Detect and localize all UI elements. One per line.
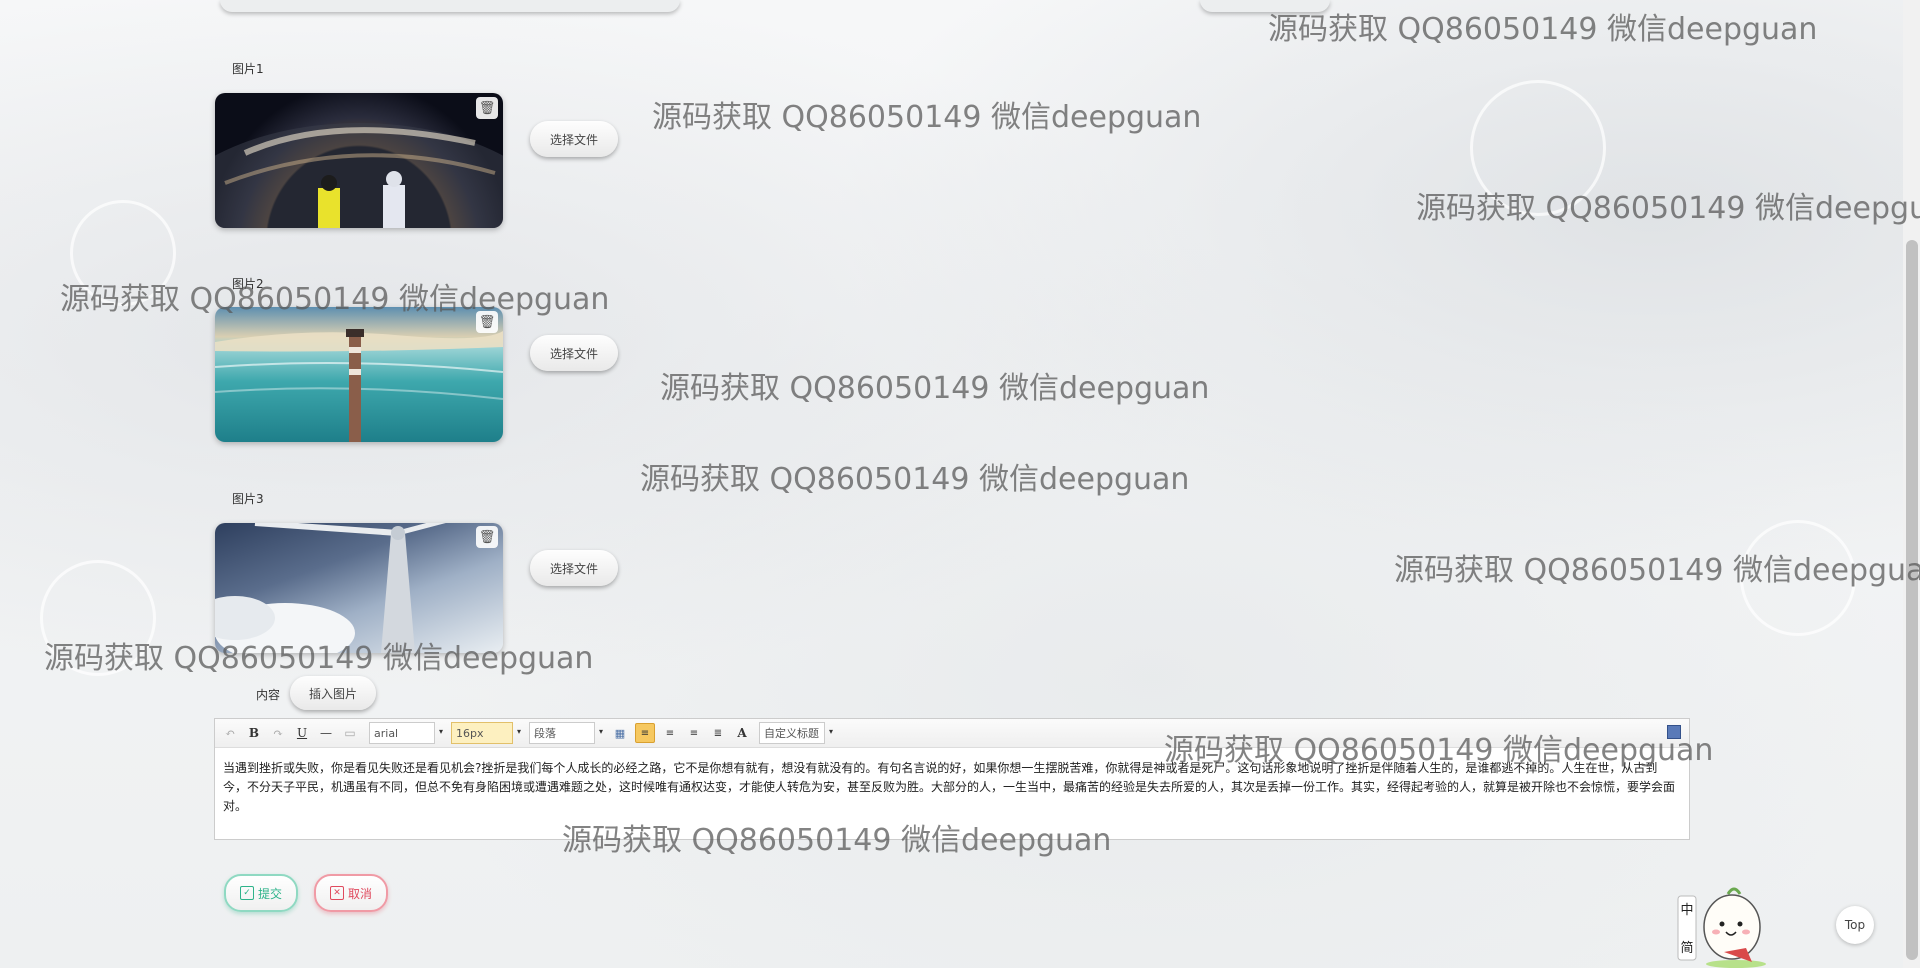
submit-label: 提交 (257, 886, 282, 901)
align-left-icon[interactable]: ≡ (635, 723, 655, 743)
align-justify-icon[interactable]: ≣ (709, 724, 727, 742)
editor-corner-icon[interactable] (1667, 725, 1681, 739)
image-3-label: 图片3 (232, 492, 264, 506)
chevron-down-icon: ▾ (516, 727, 521, 736)
font-color-button[interactable]: A (733, 724, 751, 742)
image-3-choose-file-button[interactable]: 选择文件 (530, 550, 618, 586)
mascot-character[interactable]: 中 简 (1676, 872, 1772, 968)
redo-icon[interactable]: ↷ (269, 724, 287, 742)
check-icon: ✓ (239, 886, 254, 900)
bg-circle-decoration (1740, 520, 1856, 636)
paragraph-select[interactable]: 段落 ▾ (529, 722, 603, 744)
font-family-select[interactable]: arial ▾ (369, 722, 443, 744)
chevron-down-icon: ▾ (598, 727, 603, 736)
clear-format-icon[interactable]: ▭ (341, 724, 359, 742)
rich-text-editor[interactable]: ↶ B ↷ U — ▭ arial ▾ 16px ▾ 段落 ▾ ▦ ≡ ≡ ≡ … (214, 718, 1690, 840)
image-1-delete-icon[interactable]: 🗑 (476, 97, 498, 119)
font-size-value: 16px (456, 726, 484, 740)
underline-button[interactable]: U (293, 724, 311, 742)
align-right-icon[interactable]: ≡ (685, 724, 703, 742)
font-family-value: arial (374, 726, 399, 740)
undo-icon[interactable]: ↶ (221, 724, 239, 742)
table-icon[interactable]: ▦ (611, 724, 629, 742)
scrollbar[interactable] (1903, 0, 1920, 968)
bg-circle-decoration (1470, 80, 1606, 216)
bold-button[interactable]: B (245, 724, 263, 742)
image-2-art (215, 329, 503, 442)
submit-button[interactable]: ✓ 提交 (224, 874, 298, 912)
image-3-art (215, 523, 446, 653)
back-to-top-button[interactable]: Top (1836, 906, 1874, 944)
image-2-label: 图片2 (232, 277, 264, 291)
image-1-thumbnail (215, 93, 503, 228)
paragraph-value: 段落 (534, 727, 556, 740)
image-2-thumbnail (215, 307, 503, 442)
horizontal-rule-button[interactable]: — (317, 724, 335, 742)
top-strip-left (220, 0, 680, 12)
image-2-delete-icon[interactable]: 🗑 (476, 311, 498, 333)
align-center-icon[interactable]: ≡ (661, 724, 679, 742)
image-2-choose-file-button[interactable]: 选择文件 (530, 335, 618, 371)
image-1-art (215, 123, 503, 228)
image-3-delete-icon[interactable]: 🗑 (476, 526, 498, 548)
image-3-thumbnail (215, 523, 503, 653)
editor-content[interactable]: 当遇到挫折或失败，你是看见失败还是看见机会?挫折是我们每个人成长的必经之路，它不… (223, 759, 1681, 816)
custom-heading-select[interactable]: 自定义标题 ▾ (759, 722, 833, 744)
cancel-label: 取消 (347, 886, 372, 901)
bg-circle-decoration (40, 560, 156, 676)
scrollbar-thumb[interactable] (1906, 240, 1918, 960)
font-size-select[interactable]: 16px ▾ (451, 722, 521, 744)
chevron-down-icon: ▾ (438, 727, 443, 736)
content-label: 内容 (256, 688, 281, 702)
image-1-choose-file-button[interactable]: 选择文件 (530, 121, 618, 157)
image-1-label: 图片1 (232, 62, 264, 76)
insert-image-button[interactable]: 插入图片 (290, 676, 376, 710)
mascot-char-1: 中 (1680, 903, 1693, 918)
bg-circle-decoration (70, 200, 176, 306)
cancel-button[interactable]: ✕ 取消 (314, 874, 388, 912)
mascot-char-2: 简 (1680, 940, 1693, 956)
editor-toolbar: ↶ B ↷ U — ▭ arial ▾ 16px ▾ 段落 ▾ ▦ ≡ ≡ ≡ … (215, 719, 1689, 748)
custom-heading-value: 自定义标题 (764, 727, 819, 740)
chevron-down-icon: ▾ (828, 727, 833, 736)
top-strip-right (1200, 0, 1330, 12)
close-icon: ✕ (329, 886, 344, 900)
